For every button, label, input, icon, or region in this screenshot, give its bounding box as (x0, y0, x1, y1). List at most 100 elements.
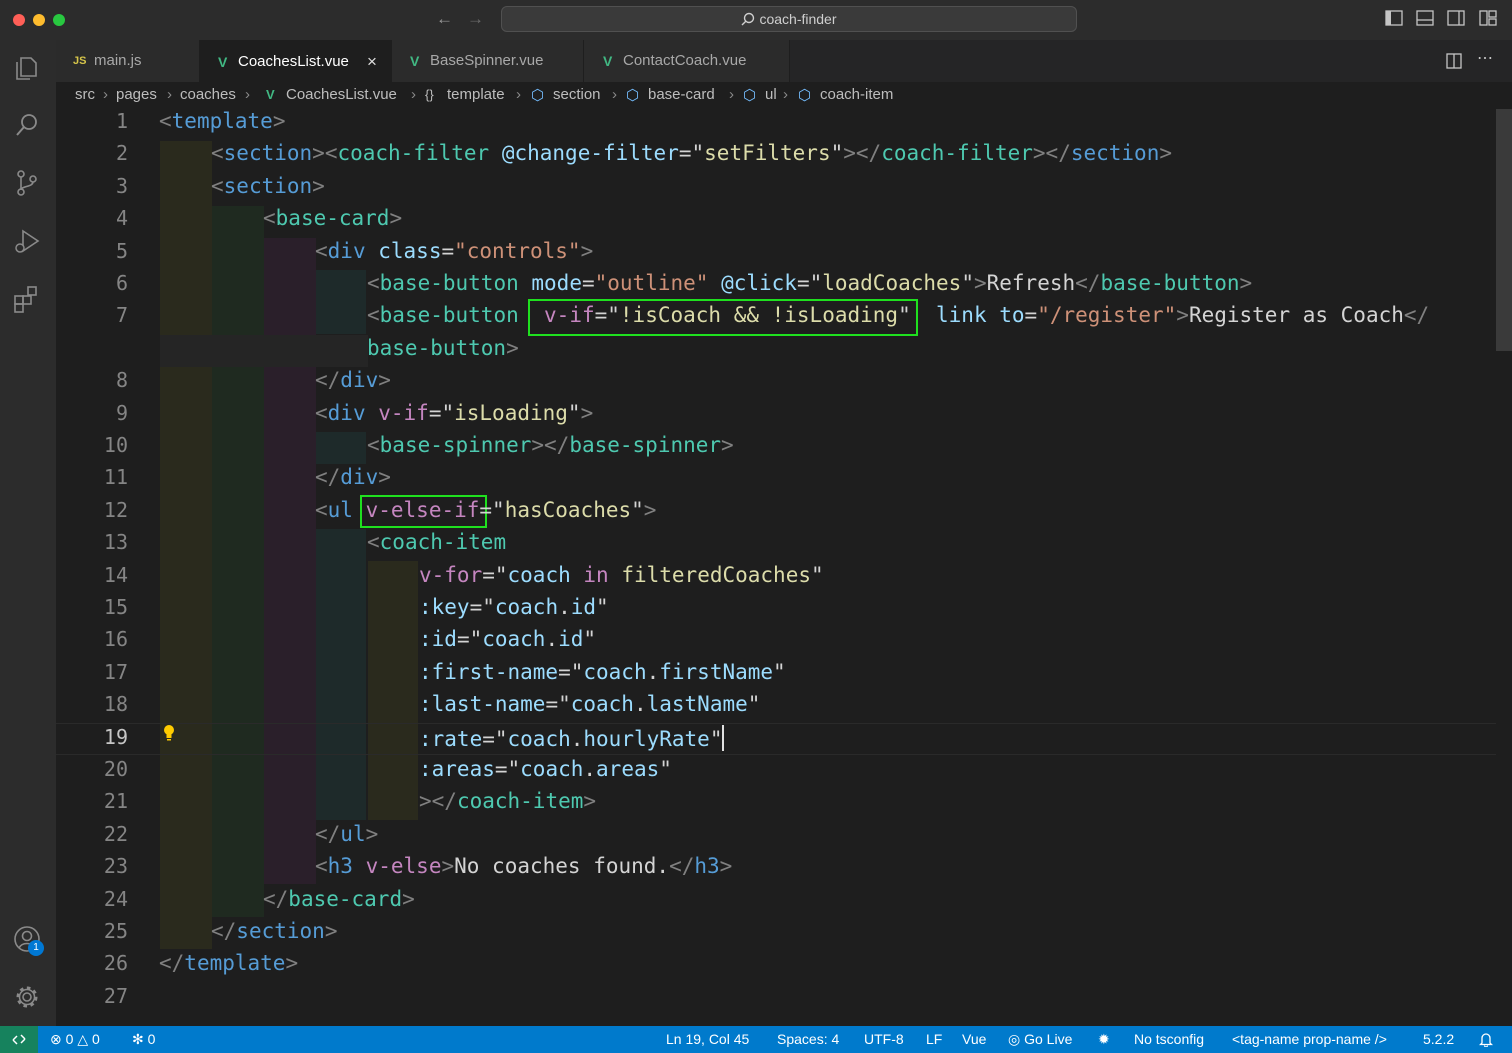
forward-arrow-icon[interactable]: → (467, 9, 484, 29)
tok: > (402, 887, 415, 911)
ts-version[interactable]: 5.2.2 (1423, 1031, 1454, 1047)
toggle-primary-sidebar-icon[interactable] (1385, 10, 1403, 26)
tsconfig-status[interactable]: No tsconfig (1134, 1031, 1204, 1047)
tab-coacheslist-vue[interactable]: V CoachesList.vue × (200, 40, 392, 82)
tok: < (263, 206, 276, 230)
tok: > (365, 822, 379, 846)
tok: " (631, 498, 644, 522)
tok: </ (263, 887, 289, 911)
tok: id (570, 595, 597, 619)
ports-indicator[interactable]: ✻ 0 (132, 1031, 155, 1048)
lightbulb-icon[interactable] (162, 724, 176, 742)
brackets-icon[interactable]: ✹ (1098, 1031, 1110, 1048)
toggle-panel-icon[interactable] (1416, 10, 1434, 26)
code-line-20: :areas="coach.areas" (419, 757, 672, 781)
tok: " (811, 563, 824, 587)
tok: > (378, 465, 391, 489)
split-editor-icon[interactable] (1446, 53, 1462, 69)
extensions-icon[interactable] (12, 284, 42, 314)
tok: " (709, 727, 723, 751)
close-window-button[interactable] (13, 14, 25, 26)
breadcrumb-item[interactable]: ul (765, 86, 777, 103)
tok: > (583, 789, 597, 813)
tab-basespinner-vue[interactable]: V BaseSpinner.vue (392, 40, 584, 82)
code-editor[interactable]: 1 2 3 4 5 6 7 8 9 10 11 12 13 14 15 16 1… (56, 109, 1512, 1026)
explorer-icon[interactable] (12, 52, 42, 82)
command-center-search[interactable]: coach-finder (501, 6, 1077, 32)
tok: < (367, 271, 380, 295)
breadcrumb-item[interactable]: pages (116, 86, 157, 103)
close-tab-icon[interactable]: × (367, 41, 377, 83)
line-number: 25 (103, 919, 128, 943)
tag-name-casing[interactable]: <tag-name prop-name /> (1232, 1031, 1387, 1047)
tok: ></ (843, 141, 882, 165)
tok: > (643, 498, 657, 522)
scrollbar-thumb[interactable] (1496, 109, 1512, 351)
breadcrumb-item[interactable]: section (553, 86, 601, 103)
breadcrumb-item[interactable]: src (75, 86, 95, 103)
tok: " (596, 595, 609, 619)
problems-indicator[interactable]: ⊗ 0 △ 0 (50, 1031, 100, 1048)
line-number: 27 (103, 984, 128, 1008)
tok: "outline" (594, 271, 709, 295)
breadcrumb-item[interactable]: template (447, 86, 505, 103)
settings-gear-icon[interactable] (12, 982, 42, 1012)
search-icon[interactable] (12, 110, 42, 140)
breadcrumb-item[interactable]: coach-item (820, 86, 893, 103)
tok: > (285, 951, 299, 975)
customize-layout-icon[interactable] (1479, 10, 1497, 26)
tok: v-else-if (365, 498, 480, 522)
tab-contactcoach-vue[interactable]: V ContactCoach.vue (584, 40, 790, 82)
minimize-window-button[interactable] (33, 14, 45, 26)
tok: " (898, 303, 911, 327)
tok: > (324, 919, 338, 943)
indentation[interactable]: Spaces: 4 (777, 1031, 839, 1047)
source-control-icon[interactable] (12, 168, 42, 198)
tok: ></ (531, 433, 570, 457)
back-arrow-icon[interactable]: ← (436, 9, 453, 29)
tok: </ (1075, 271, 1101, 295)
tok: =" (545, 692, 571, 716)
breadcrumb-item[interactable]: base-card (648, 86, 715, 103)
encoding[interactable]: UTF-8 (864, 1031, 904, 1047)
breadcrumb-item[interactable]: CoachesList.vue (286, 86, 397, 103)
zoom-window-button[interactable] (53, 14, 65, 26)
more-actions-icon[interactable]: ⋯ (1477, 48, 1493, 68)
editor-tab-bar: JS main.js V CoachesList.vue × V BaseSpi… (56, 40, 1512, 82)
code-line-3: <section> (211, 174, 325, 198)
accounts-badge: 1 (28, 940, 44, 956)
code-line-21: ></coach-item> (419, 789, 596, 813)
go-live-button[interactable]: ◎ Go Live (1008, 1031, 1072, 1048)
tok: section (236, 919, 325, 943)
line-number: 1 (115, 109, 128, 133)
tok: </ (315, 368, 341, 392)
toggle-secondary-sidebar-icon[interactable] (1447, 10, 1465, 26)
breadcrumb-item[interactable]: coaches (180, 86, 236, 103)
tok: base-spinner (379, 433, 532, 457)
tok: loadCoaches (822, 271, 962, 295)
cursor-position[interactable]: Ln 19, Col 45 (666, 1031, 749, 1047)
tok: template (184, 951, 286, 975)
tok: coach (520, 757, 584, 781)
line-number: 12 (103, 498, 128, 522)
tab-main-js[interactable]: JS main.js (56, 40, 200, 82)
tok: coach-filter (337, 141, 490, 165)
run-debug-icon[interactable] (12, 226, 42, 256)
tok: > (378, 368, 391, 392)
editor-scrollbar[interactable] (1496, 109, 1512, 1026)
tok: =" (558, 660, 584, 684)
bell-icon[interactable] (1479, 1032, 1493, 1047)
tok: > (580, 239, 594, 263)
chevron-right-icon: › (411, 86, 416, 103)
remote-icon (12, 1034, 26, 1045)
line-number: 11 (103, 465, 128, 489)
language-mode[interactable]: Vue (962, 1031, 986, 1047)
line-number: 9 (115, 401, 128, 425)
js-icon: JS (73, 55, 87, 67)
tok: > (506, 336, 519, 360)
line-number: 22 (103, 822, 128, 846)
end-of-line[interactable]: LF (926, 1031, 942, 1047)
tok: h3 (694, 854, 720, 878)
tok: </ (211, 919, 237, 943)
remote-indicator[interactable] (0, 1026, 38, 1053)
